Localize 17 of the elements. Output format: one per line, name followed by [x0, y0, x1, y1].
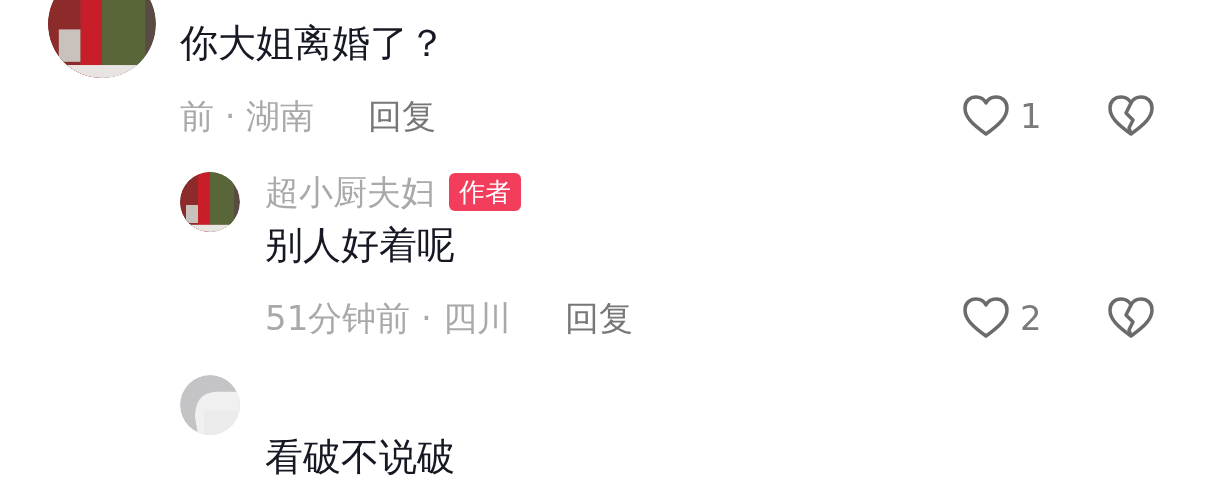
- comment-text: 你大姐离婚了？: [180, 20, 447, 67]
- author-badge: 作者: [449, 173, 521, 211]
- heart-icon: [962, 295, 1010, 341]
- dislike-button[interactable]: [1107, 93, 1155, 139]
- comment-meta: 前 · 湖南: [180, 95, 315, 138]
- dislike-button[interactable]: [1107, 295, 1155, 341]
- like-button[interactable]: 1: [962, 90, 1107, 142]
- comment-text: 别人好着呢: [265, 222, 456, 269]
- broken-heart-icon: [1107, 93, 1155, 139]
- comment-meta: 51分钟前 · 四川: [265, 297, 511, 340]
- like-button[interactable]: 2: [962, 292, 1107, 344]
- reply-link[interactable]: 回复: [368, 92, 437, 140]
- author-name[interactable]: 超小厨夫妇: [265, 172, 435, 212]
- heart-icon: [962, 93, 1010, 139]
- comment-text: 看破不说破: [265, 438, 456, 476]
- reply-link[interactable]: 回复: [564, 294, 633, 342]
- broken-heart-icon: [1107, 295, 1155, 341]
